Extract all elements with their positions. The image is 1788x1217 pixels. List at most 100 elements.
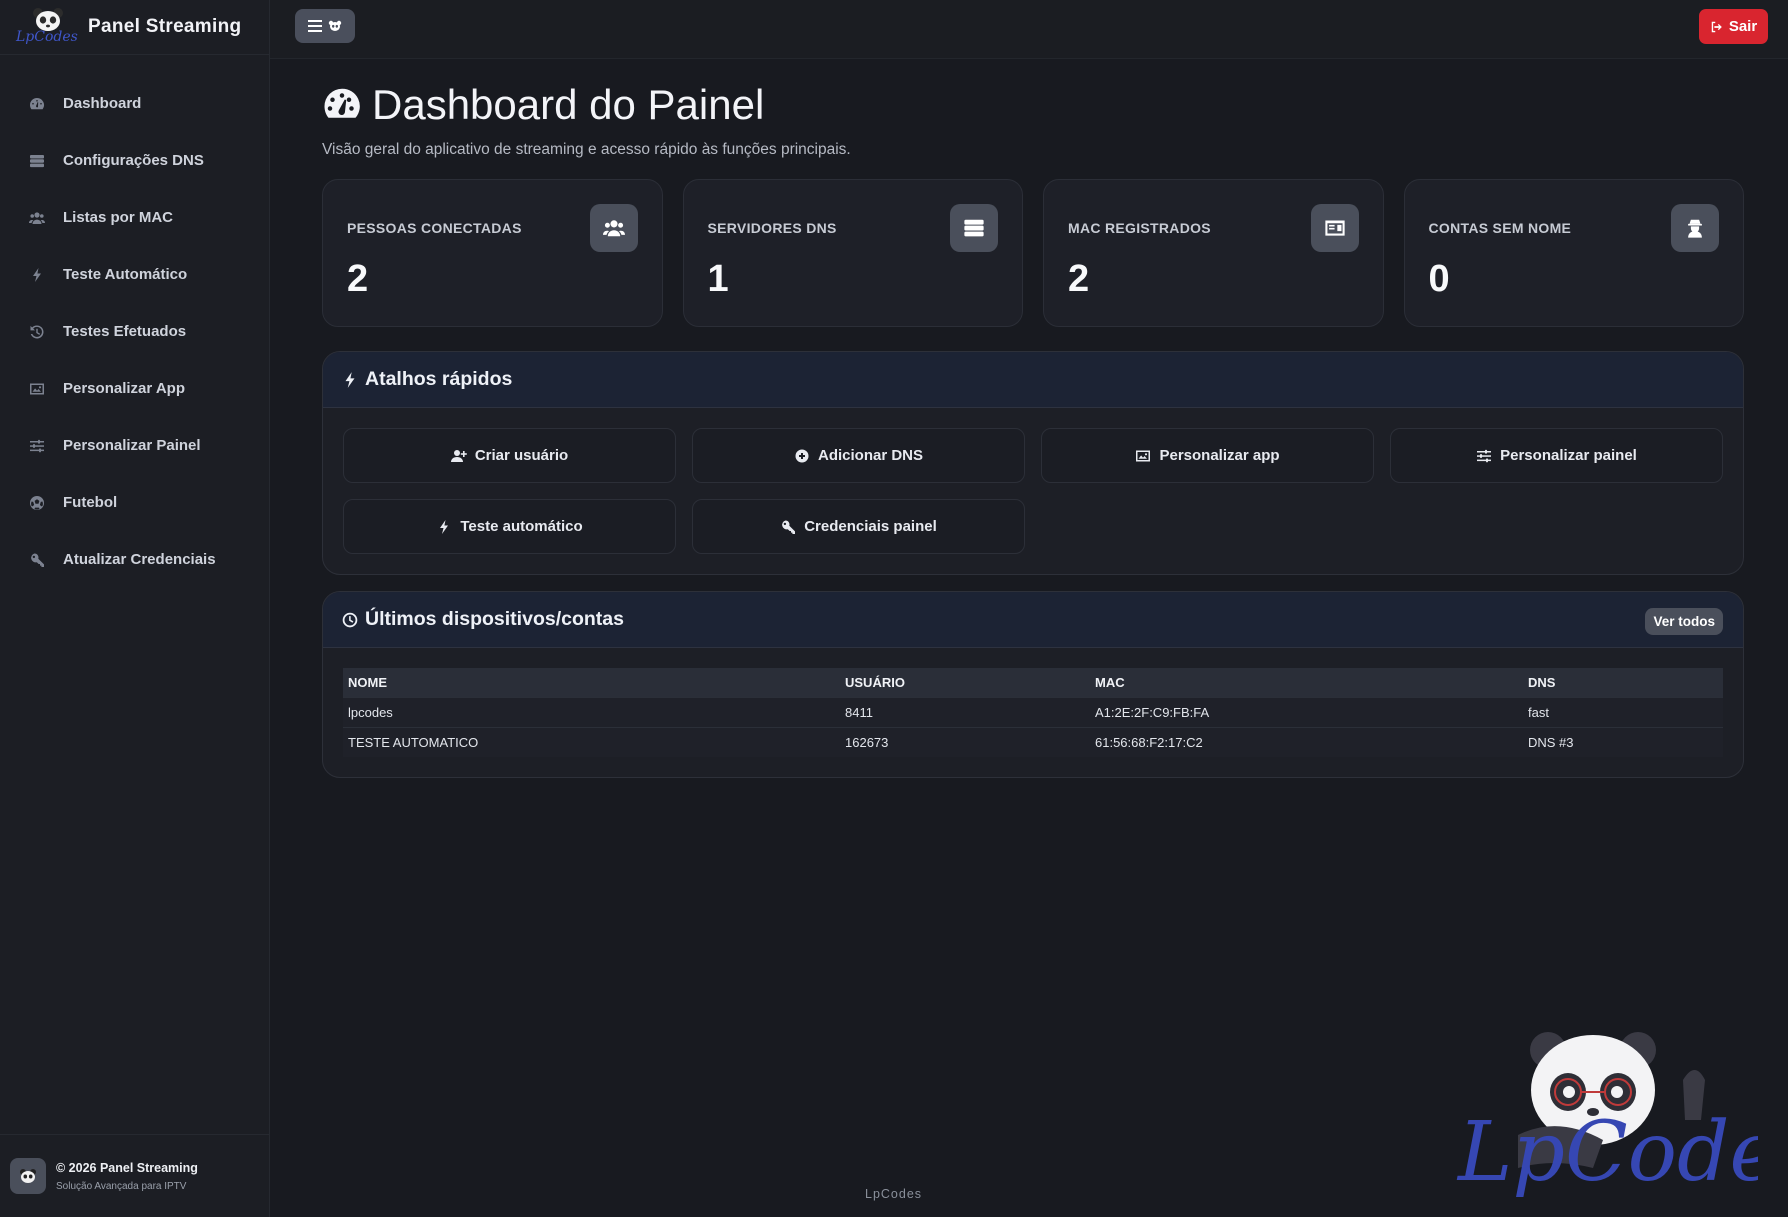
customize-app-button[interactable]: Personalizar app xyxy=(1041,428,1374,483)
page-title: Dashboard do Painel xyxy=(322,81,1744,129)
table-row[interactable]: TESTE AUTOMATICO 162673 61:56:68:F2:17:C… xyxy=(343,726,1723,757)
brand[interactable]: LpCodes Panel Streaming xyxy=(0,0,269,55)
shortcut-label: Personalizar app xyxy=(1159,447,1280,464)
stat-value: 0 xyxy=(1428,258,1450,300)
table-row[interactable]: lpcodes 8411 A1:2E:2F:C9:FB:FA fast xyxy=(343,696,1723,727)
menu-toggle-button[interactable] xyxy=(295,9,355,43)
soccer-ball-icon xyxy=(28,494,46,512)
sidebar-item-mac-lists[interactable]: Listas por MAC xyxy=(0,189,269,246)
sidebar-item-tests-done[interactable]: Testes Efetuados xyxy=(0,303,269,360)
stat-card-mac-registered: MAC REGISTRADOS 2 xyxy=(1043,179,1384,327)
mascot-text: LpCodes xyxy=(1456,1105,1758,1200)
column-header: USUÁRIO xyxy=(845,674,905,690)
brand-logo-text: LpCodes xyxy=(16,29,78,45)
page-title-text: Dashboard do Painel xyxy=(372,81,765,128)
sidebar-item-label: Personalizar App xyxy=(63,380,185,397)
sidebar-item-label: Teste Automático xyxy=(63,266,188,283)
sidebar-item-football[interactable]: Futebol xyxy=(0,474,269,531)
stat-card-dns-servers: SERVIDORES DNS 1 xyxy=(682,179,1023,327)
server-icon xyxy=(950,204,998,252)
stat-card-connected-people: PESSOAS CONECTADAS 2 xyxy=(322,179,663,327)
key-icon xyxy=(28,551,46,569)
devices-title: Últimos dispositivos/contas xyxy=(365,608,624,630)
sidebar-footer: © 2026 Panel Streaming Solução Avançada … xyxy=(0,1134,270,1217)
cell-user: 162673 xyxy=(840,726,1090,757)
plus-circle-icon xyxy=(795,449,809,462)
cell-dns: DNS #3 xyxy=(1523,726,1723,757)
bolt-icon xyxy=(28,266,46,284)
panda-mascot-logo: LpCodes xyxy=(1448,1020,1788,1205)
footer-tagline: Solução Avançada para IPTV xyxy=(56,1180,187,1192)
sidebar-item-auto-test[interactable]: Teste Automático xyxy=(0,246,269,303)
hamburger-icon xyxy=(308,20,322,32)
cell-mac: 61:56:68:F2:17:C2 xyxy=(1090,726,1523,757)
sign-out-icon xyxy=(1711,21,1722,32)
image-icon xyxy=(1136,450,1151,461)
sidebar: LpCodes Panel Streaming Dashboard Config… xyxy=(0,0,270,1217)
customize-panel-button[interactable]: Personalizar painel xyxy=(1390,428,1723,483)
panda-icon xyxy=(328,20,342,31)
brand-title: Panel Streaming xyxy=(88,16,242,37)
stat-value: 2 xyxy=(347,258,369,300)
auto-test-button[interactable]: Teste automático xyxy=(343,499,676,554)
user-secret-icon xyxy=(1671,204,1719,252)
shortcut-label: Adicionar DNS xyxy=(817,447,923,464)
id-card-icon xyxy=(1310,204,1359,252)
user-plus-icon xyxy=(450,449,467,462)
sidebar-item-label: Dashboard xyxy=(63,95,142,112)
sidebar-item-label: Testes Efetuados xyxy=(63,323,187,340)
create-user-button[interactable]: Criar usuário xyxy=(343,428,676,483)
key-icon xyxy=(782,520,796,534)
sidebar-item-customize-app[interactable]: Personalizar App xyxy=(0,360,269,417)
shortcuts-grid: Criar usuário Adicionar DNS Personalizar… xyxy=(323,408,1743,574)
shortcut-label: Teste automático xyxy=(460,518,583,535)
devices-panel: Últimos dispositivos/contas Ver todos NO… xyxy=(322,591,1744,778)
logout-label: Sair xyxy=(1728,18,1758,35)
column-header: DNS xyxy=(1528,674,1556,690)
bolt-icon xyxy=(440,519,449,534)
add-dns-button[interactable]: Adicionar DNS xyxy=(692,428,1025,483)
cell-user: 8411 xyxy=(840,696,1090,727)
cell-mac: A1:2E:2F:C9:FB:FA xyxy=(1090,696,1523,727)
sidebar-item-dns[interactable]: Configurações DNS xyxy=(0,132,269,189)
column-header: MAC xyxy=(1095,674,1125,690)
footer-brand: LpCodes xyxy=(865,1187,923,1201)
server-icon xyxy=(28,152,46,170)
panel-header: Atalhos rápidos xyxy=(323,352,1743,408)
users-icon xyxy=(28,209,46,227)
main-content: Dashboard do Painel Visão geral do aplic… xyxy=(322,59,1744,778)
sidebar-item-dashboard[interactable]: Dashboard xyxy=(0,75,269,132)
devices-table: NOME USUÁRIO MAC DNS lpcodes 8411 A1:2E:… xyxy=(343,668,1723,757)
view-all-button[interactable]: Ver todos xyxy=(1645,608,1723,635)
panel-header: Últimos dispositivos/contas Ver todos xyxy=(323,592,1743,648)
panda-avatar-icon xyxy=(10,1158,46,1194)
cell-dns: fast xyxy=(1523,696,1723,727)
gauge-icon xyxy=(324,88,360,118)
shortcut-label: Personalizar painel xyxy=(1500,447,1637,464)
sidebar-item-label: Listas por MAC xyxy=(63,209,174,226)
bolt-icon xyxy=(345,371,355,388)
shortcuts-panel: Atalhos rápidos Criar usuário Adicionar … xyxy=(322,351,1744,575)
cell-name: TESTE AUTOMATICO xyxy=(343,726,840,757)
shortcut-label: Criar usuário xyxy=(474,447,569,464)
shortcut-label: Credenciais painel xyxy=(804,518,937,535)
image-icon xyxy=(28,380,46,398)
panel-credentials-button[interactable]: Credenciais painel xyxy=(692,499,1025,554)
footer-copyright: © 2026 Panel Streaming xyxy=(56,1160,198,1175)
logout-button[interactable]: Sair xyxy=(1699,9,1768,44)
gauge-icon xyxy=(28,95,46,113)
shortcuts-title: Atalhos rápidos xyxy=(365,368,513,390)
table-header-row: NOME USUÁRIO MAC DNS xyxy=(343,668,1723,697)
clock-icon xyxy=(342,612,358,627)
sidebar-item-label: Futebol xyxy=(63,494,118,511)
stat-value: 2 xyxy=(1068,258,1090,300)
topbar: Sair xyxy=(270,0,1788,59)
stat-value: 1 xyxy=(707,258,729,300)
stats-row: PESSOAS CONECTADAS 2 SERVIDORES DNS 1 MA… xyxy=(322,179,1744,327)
sidebar-item-customize-panel[interactable]: Personalizar Painel xyxy=(0,417,269,474)
sidebar-item-update-credentials[interactable]: Atualizar Credenciais xyxy=(0,531,269,588)
sidebar-nav: Dashboard Configurações DNS Listas por M… xyxy=(0,55,269,588)
sidebar-item-label: Atualizar Credenciais xyxy=(63,551,216,568)
sliders-icon xyxy=(28,437,46,455)
sidebar-item-label: Configurações DNS xyxy=(63,152,204,169)
